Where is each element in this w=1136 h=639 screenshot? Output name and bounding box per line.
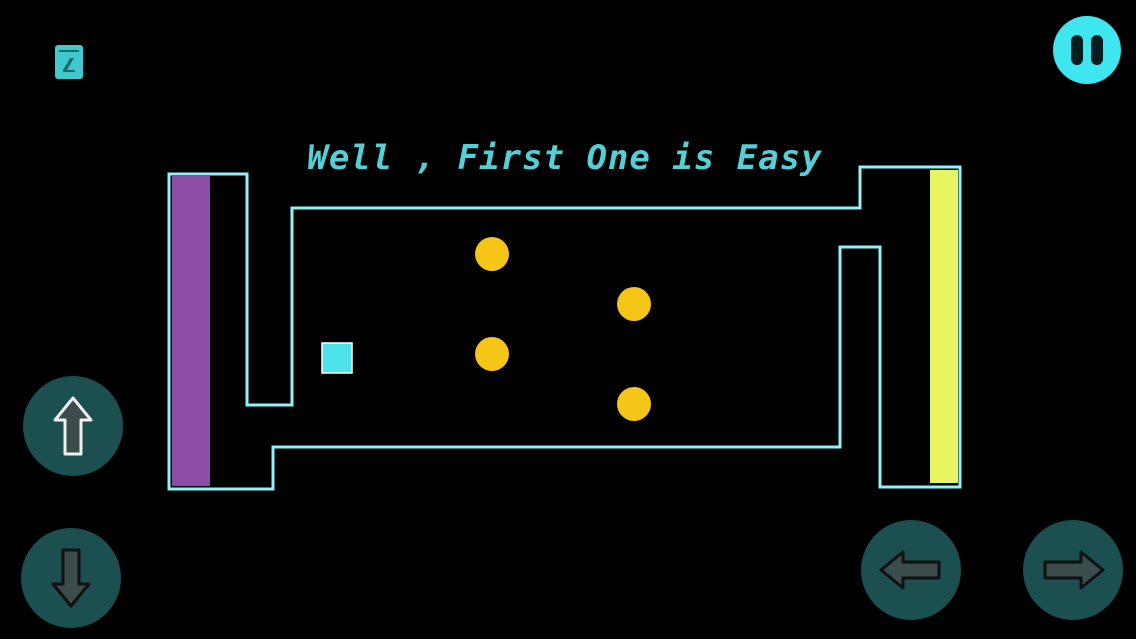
level-title: Well , First One is Easy — [307, 138, 823, 178]
coin — [617, 287, 651, 321]
arrow-left-icon — [879, 550, 941, 590]
goal-zone — [930, 170, 958, 483]
player-square — [321, 342, 353, 374]
coin — [475, 237, 509, 271]
pause-button[interactable] — [1053, 16, 1121, 84]
level-indicator-icon[interactable] — [54, 44, 84, 80]
move-left-button[interactable] — [861, 520, 961, 620]
arrow-up-icon — [53, 396, 93, 456]
move-right-button[interactable] — [1023, 520, 1123, 620]
game-board — [167, 165, 962, 491]
move-up-button[interactable] — [23, 376, 123, 476]
maze-wall — [167, 165, 962, 491]
move-down-button[interactable] — [21, 528, 121, 628]
start-zone — [172, 176, 210, 486]
coin — [617, 387, 651, 421]
coin — [475, 337, 509, 371]
pause-icon — [1071, 35, 1103, 65]
arrow-right-icon — [1043, 550, 1105, 590]
arrow-down-icon — [51, 548, 91, 608]
